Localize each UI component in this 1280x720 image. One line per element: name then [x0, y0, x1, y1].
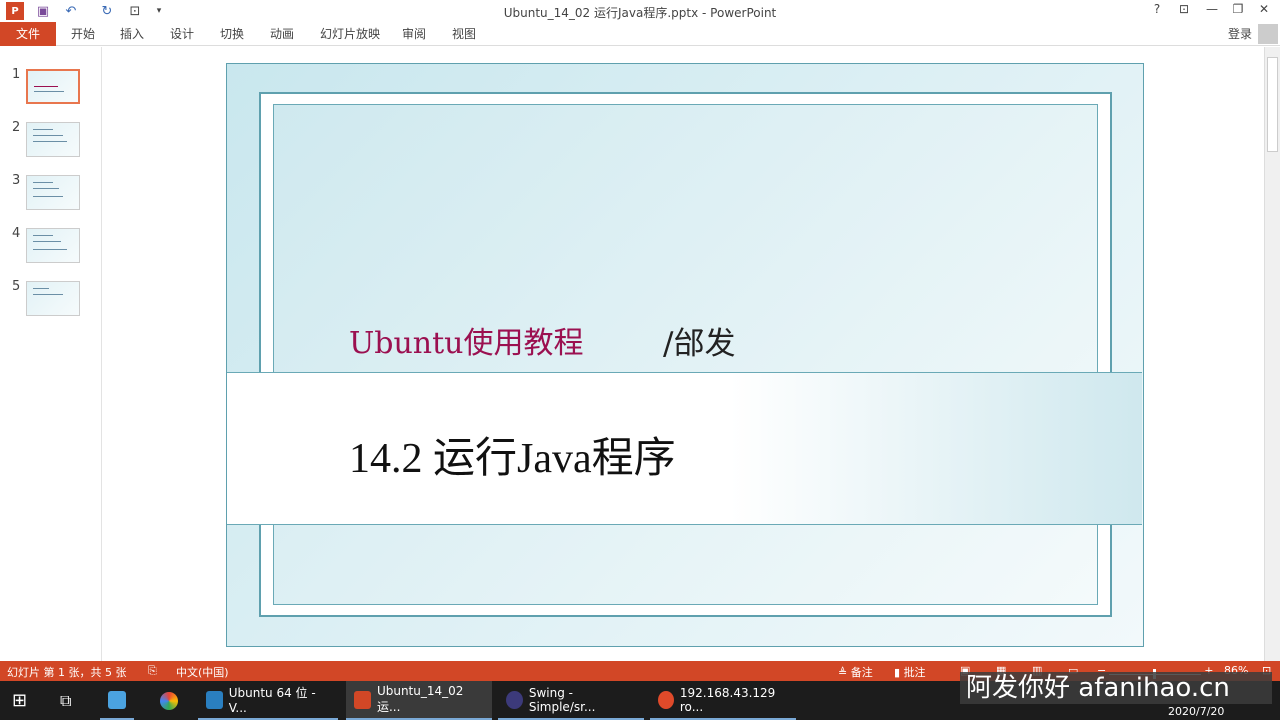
- taskbar-explorer[interactable]: [100, 681, 134, 720]
- thumbnail-number: 1: [12, 67, 21, 82]
- ribbon-display-options-icon[interactable]: ⊡: [1172, 2, 1196, 20]
- slide-thumbnail-5[interactable]: [26, 281, 80, 316]
- taskbar-app-eclipse[interactable]: Swing - Simple/sr...: [498, 681, 644, 720]
- thumbnail-number: 5: [12, 279, 21, 294]
- scrollbar-thumb[interactable]: [1267, 57, 1278, 152]
- notes-label: 备注: [850, 666, 873, 679]
- taskbar-app-terminal[interactable]: 192.168.43.129 ro...: [650, 681, 796, 720]
- title-bar: Ubuntu_14_02 运行Java程序.pptx - PowerPoint …: [0, 0, 1280, 22]
- watermark: 阿发你好 afanihao.cn: [960, 672, 1272, 704]
- avatar[interactable]: [1258, 24, 1278, 44]
- sign-in-link[interactable]: 登录: [1220, 22, 1260, 46]
- notes-button[interactable]: ≜ 备注: [838, 664, 873, 680]
- slide-thumbnail-2[interactable]: [26, 122, 80, 157]
- app-label: 192.168.43.129 ro...: [679, 685, 776, 714]
- taskbar-chrome[interactable]: [152, 681, 186, 720]
- tab-transitions[interactable]: 切换: [212, 22, 252, 46]
- thumbnail-number: 4: [12, 226, 21, 241]
- tab-insert[interactable]: 插入: [112, 22, 152, 46]
- tab-view[interactable]: 视图: [444, 22, 484, 46]
- slideshow-from-start-icon[interactable]: ⊡: [126, 2, 144, 20]
- clock-date[interactable]: 2020/7/20: [1168, 705, 1224, 718]
- thumbnail-number: 3: [12, 173, 21, 188]
- explorer-icon: [108, 690, 126, 709]
- slide-author[interactable]: /邰发: [663, 318, 735, 363]
- thumbnail-number: 2: [12, 120, 21, 135]
- tab-home[interactable]: 开始: [63, 22, 103, 46]
- start-icon[interactable]: ⊞: [4, 681, 35, 720]
- app-label: Swing - Simple/sr...: [528, 685, 596, 714]
- task-view-icon[interactable]: ⧉: [52, 681, 79, 720]
- save-icon[interactable]: ▣: [34, 2, 52, 20]
- tab-file[interactable]: 文件: [0, 22, 56, 46]
- tab-review[interactable]: 审阅: [394, 22, 434, 46]
- minimize-icon[interactable]: —: [1200, 2, 1224, 20]
- slide-title[interactable]: 14.2 运行Java程序: [349, 424, 676, 485]
- slide-counter: 幻灯片 第 1 张，共 5 张: [7, 666, 127, 679]
- tab-slideshow[interactable]: 幻灯片放映: [312, 22, 388, 46]
- maximize-icon[interactable]: ❐: [1226, 2, 1250, 20]
- close-icon[interactable]: ✕: [1252, 2, 1276, 20]
- undo-icon[interactable]: ↶: [62, 2, 80, 20]
- powerpoint-icon: [354, 690, 371, 709]
- redo-icon[interactable]: ↻: [98, 2, 116, 20]
- vertical-scrollbar[interactable]: [1264, 47, 1280, 661]
- help-button[interactable]: ?: [1145, 2, 1169, 20]
- eclipse-icon: [506, 690, 523, 709]
- slide-subtitle[interactable]: Ubuntu使用教程: [349, 318, 584, 362]
- language-indicator[interactable]: 中文(中国): [176, 664, 229, 680]
- slide-thumbnail-pane: 1 2 3 4 5: [0, 47, 102, 661]
- spell-check-icon[interactable]: ⎘: [148, 664, 157, 678]
- comments-label: 批注: [903, 666, 926, 679]
- taskbar-app-vmware[interactable]: Ubuntu 64 位 - V...: [198, 681, 338, 720]
- tab-design[interactable]: 设计: [162, 22, 202, 46]
- slide[interactable]: Ubuntu使用教程 /邰发 14.2 运行Java程序: [226, 63, 1144, 647]
- slide-thumbnail-1[interactable]: [26, 69, 80, 104]
- app-label: Ubuntu_14_02 运...: [376, 684, 464, 714]
- comments-button[interactable]: ▮ 批注: [894, 664, 926, 680]
- slide-thumbnail-4[interactable]: [26, 228, 80, 263]
- slide-thumbnail-3[interactable]: [26, 175, 80, 210]
- tab-animations[interactable]: 动画: [262, 22, 302, 46]
- powerpoint-logo-icon: P: [6, 2, 24, 20]
- taskbar-app-powerpoint[interactable]: Ubuntu_14_02 运...: [346, 681, 492, 720]
- chrome-icon: [160, 691, 178, 710]
- ribbon-tabs: 文件 开始 插入 设计 切换 动画 幻灯片放映 审阅 视图 登录: [0, 22, 1280, 46]
- ssh-client-icon: [658, 690, 674, 709]
- customize-toolbar-icon[interactable]: ▾: [150, 2, 168, 20]
- app-label: Ubuntu 64 位 - V...: [228, 686, 316, 715]
- window-title: Ubuntu_14_02 运行Java程序.pptx - PowerPoint: [503, 6, 777, 20]
- vmware-icon: [206, 690, 223, 709]
